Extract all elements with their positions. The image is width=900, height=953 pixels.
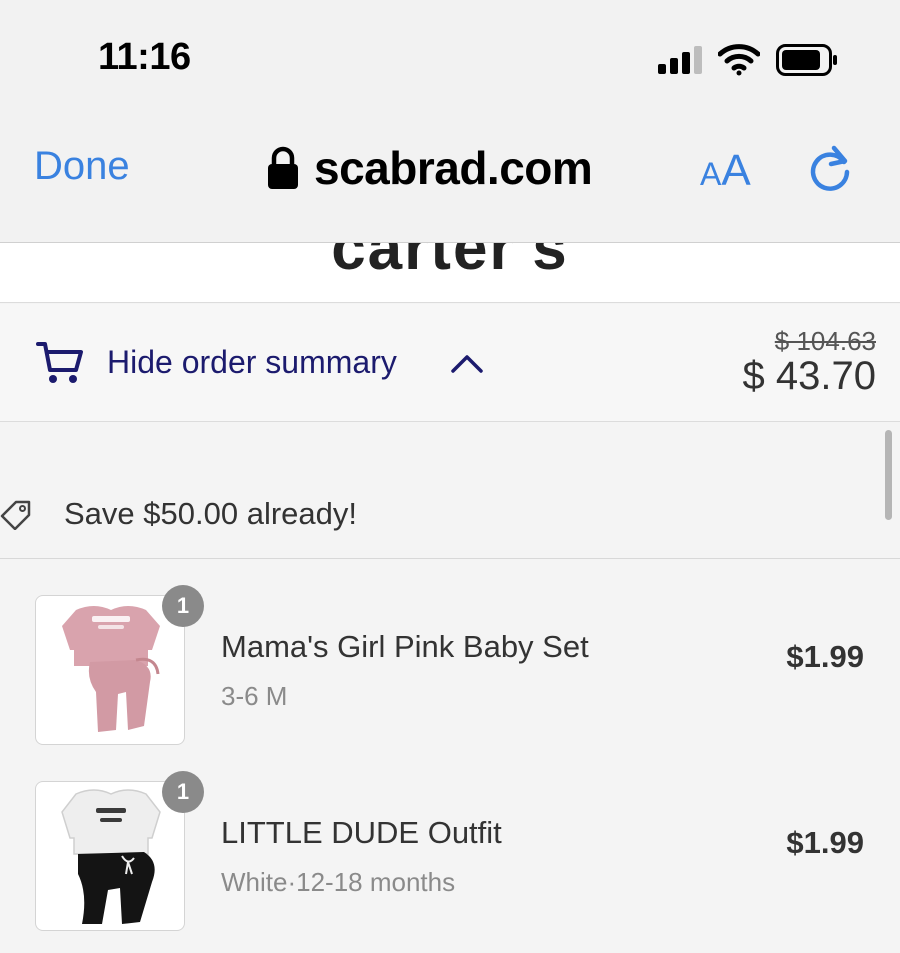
product-thumbnail: 1 (35, 585, 204, 745)
savings-message: Save $50.00 already! (64, 496, 357, 531)
compare-at-price: $ 104.63 (774, 326, 876, 356)
text-size-large-glyph: A (721, 146, 751, 195)
browser-toolbar: Done scabrad.com AA (0, 120, 900, 243)
divider (0, 558, 900, 559)
quantity-badge: 1 (162, 771, 204, 813)
text-size-small-glyph: A (700, 156, 722, 192)
product-thumbnail: 1 (35, 771, 204, 931)
cart-icon (36, 342, 83, 383)
chevron-up-icon (451, 355, 483, 373)
item-price: $1.99 (786, 825, 864, 860)
status-bar: 11:16 (0, 0, 900, 120)
order-summary-content: Save $50.00 already! 1 Mama's Girl Pink … (0, 422, 900, 953)
quantity-badge: 1 (162, 585, 204, 627)
scrollbar[interactable] (885, 430, 892, 520)
item-price: $1.99 (786, 639, 864, 674)
list-item: 1 Mama's Girl Pink Baby Set 3-6 M $1.99 (0, 585, 900, 755)
url-text: scabrad.com (314, 142, 593, 194)
url-display: scabrad.com (266, 140, 593, 196)
lock-icon (268, 146, 298, 189)
text-size-button[interactable]: AA (700, 146, 751, 196)
pink-baby-set-image (62, 606, 160, 732)
item-name: LITTLE DUDE Outfit (221, 815, 502, 850)
store-logo: carter's (331, 243, 569, 283)
list-item: 1 LITTLE DUDE Outfit White·12-18 months … (0, 771, 900, 941)
done-button[interactable]: Done (34, 144, 130, 189)
status-time: 11:16 (98, 36, 191, 78)
battery-icon (776, 44, 837, 76)
summary-toggle-label: Hide order summary (107, 344, 397, 380)
order-total: $ 43.70 (742, 354, 876, 398)
cellular-signal-icon (658, 46, 702, 74)
order-summary-toggle[interactable]: Hide order summary $ 104.63 $ 43.70 (0, 304, 900, 422)
discount-tag-icon (0, 500, 31, 530)
wifi-icon (718, 44, 760, 76)
item-name: Mama's Girl Pink Baby Set (221, 629, 589, 664)
reload-icon[interactable] (804, 144, 856, 196)
item-variant: 3-6 M (221, 681, 288, 711)
little-dude-outfit-image (61, 789, 161, 924)
store-header: carter's (0, 243, 900, 303)
item-variant: White·12-18 months (221, 867, 456, 897)
